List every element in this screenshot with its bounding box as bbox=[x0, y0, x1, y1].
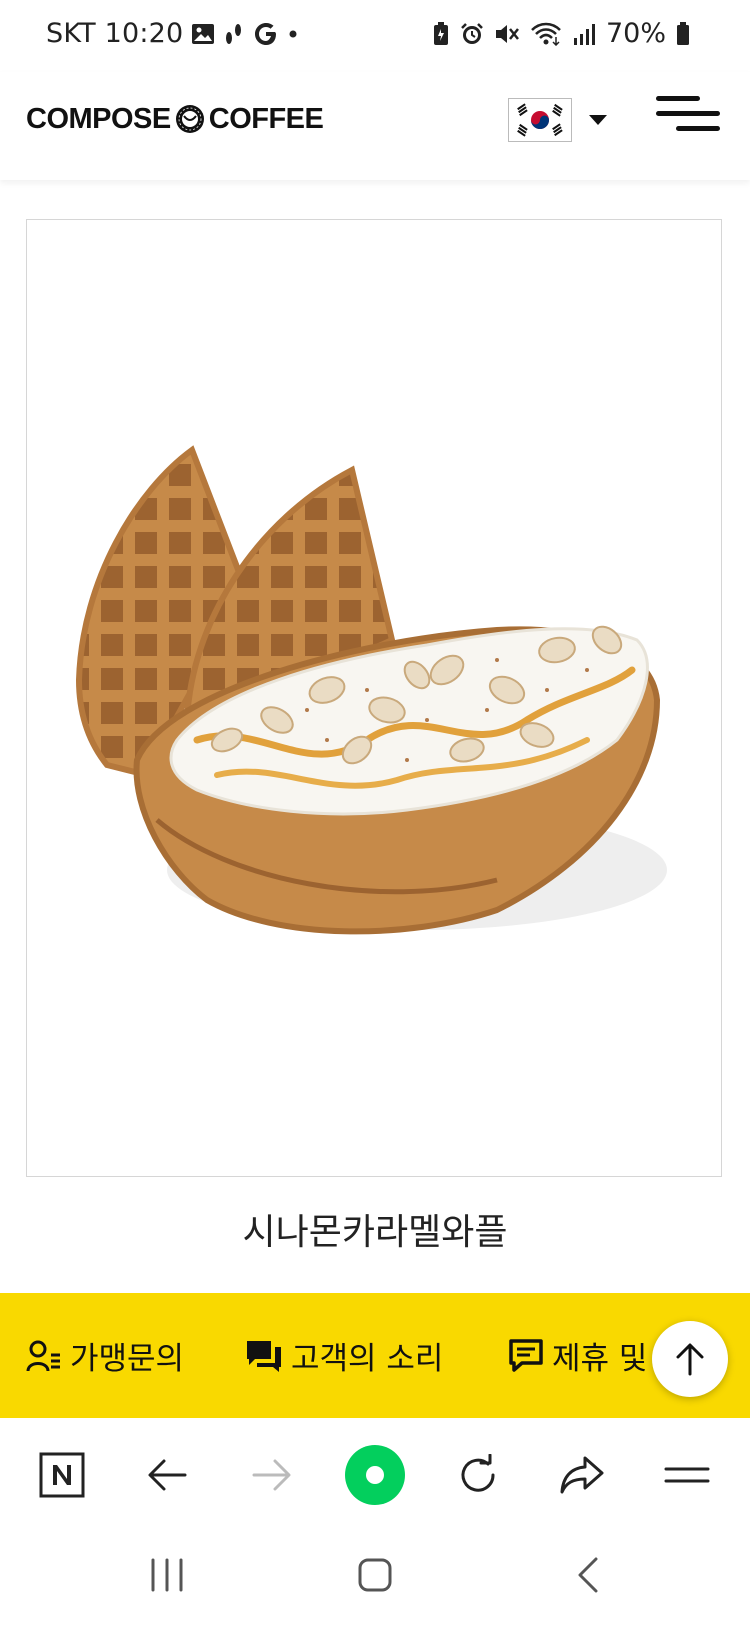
system-back-button[interactable] bbox=[553, 1540, 623, 1610]
walk-icon bbox=[226, 23, 242, 44]
forward-arrow-icon bbox=[252, 1459, 291, 1491]
partnership-link[interactable]: 제휴 및 bbox=[508, 1293, 647, 1418]
green-dot-icon bbox=[345, 1445, 405, 1505]
product-name: 시나몬카라멜와플 bbox=[242, 1212, 508, 1253]
person-list-icon bbox=[26, 1340, 60, 1371]
logo-text-left: COMPOSE bbox=[26, 102, 171, 135]
battery-percent: 70% bbox=[605, 18, 666, 49]
alarm-icon bbox=[461, 22, 483, 44]
green-dot-button[interactable] bbox=[340, 1440, 410, 1510]
back-button[interactable] bbox=[132, 1440, 202, 1510]
naver-home-button[interactable] bbox=[27, 1440, 97, 1510]
language-flag-button[interactable] bbox=[508, 98, 572, 142]
home-button[interactable] bbox=[340, 1540, 410, 1610]
status-left: SKT 10:20 bbox=[46, 18, 299, 49]
franchise-inquiry-link[interactable]: 가맹문의 bbox=[26, 1293, 184, 1418]
customer-voice-link[interactable]: 고객의 소리 bbox=[245, 1293, 443, 1418]
system-nav-bar bbox=[0, 1530, 750, 1625]
reload-button[interactable] bbox=[443, 1440, 513, 1510]
franchise-inquiry-label: 가맹문의 bbox=[70, 1341, 185, 1377]
carrier-time: SKT 10:20 bbox=[46, 18, 184, 49]
back-arrow-icon bbox=[148, 1459, 187, 1491]
browser-toolbar bbox=[0, 1418, 750, 1530]
hamburger-menu-icon[interactable] bbox=[656, 94, 720, 134]
scroll-to-top-button[interactable] bbox=[652, 1321, 728, 1397]
mute-icon bbox=[495, 24, 519, 43]
partnership-label: 제휴 및 bbox=[552, 1341, 648, 1377]
korea-flag-icon bbox=[509, 99, 571, 141]
recent-apps-icon bbox=[151, 1558, 183, 1592]
menu-icon bbox=[664, 1467, 710, 1483]
arrow-up-icon bbox=[676, 1343, 704, 1376]
share-icon bbox=[560, 1456, 604, 1494]
site-header: COMPOSE COFFEE bbox=[0, 72, 750, 180]
home-icon bbox=[358, 1558, 392, 1592]
chat-bubbles-icon bbox=[247, 1340, 281, 1372]
dot-icon bbox=[289, 30, 297, 37]
google-g-icon bbox=[255, 22, 277, 45]
gallery-icon bbox=[192, 23, 215, 44]
recent-apps-button[interactable] bbox=[132, 1540, 202, 1610]
reload-icon bbox=[461, 1454, 495, 1492]
logo-text-right: COFFEE bbox=[208, 102, 324, 135]
share-button[interactable] bbox=[547, 1440, 617, 1510]
forward-button[interactable] bbox=[237, 1440, 307, 1510]
compose-coffee-logo[interactable]: COMPOSE COFFEE bbox=[26, 99, 324, 139]
product-image-frame bbox=[26, 219, 722, 1177]
browser-menu-button[interactable] bbox=[652, 1440, 722, 1510]
logo-mark-icon bbox=[175, 105, 204, 133]
battery-icon bbox=[677, 21, 689, 45]
battery-saver-icon bbox=[433, 21, 448, 45]
status-right: 70% bbox=[432, 18, 690, 49]
footer-link-band: 가맹문의 고객의 소리 제휴 및 bbox=[0, 1293, 750, 1418]
wifi-icon bbox=[531, 22, 561, 46]
back-icon bbox=[578, 1557, 598, 1593]
message-square-icon bbox=[509, 1338, 543, 1372]
naver-home-icon bbox=[39, 1452, 85, 1498]
status-bar: SKT 10:20 70% bbox=[0, 0, 750, 72]
chevron-down-icon[interactable] bbox=[588, 114, 608, 126]
customer-voice-label: 고객의 소리 bbox=[291, 1341, 444, 1377]
signal-icon bbox=[573, 23, 595, 45]
cinnamon-caramel-waffle-photo bbox=[75, 445, 667, 935]
